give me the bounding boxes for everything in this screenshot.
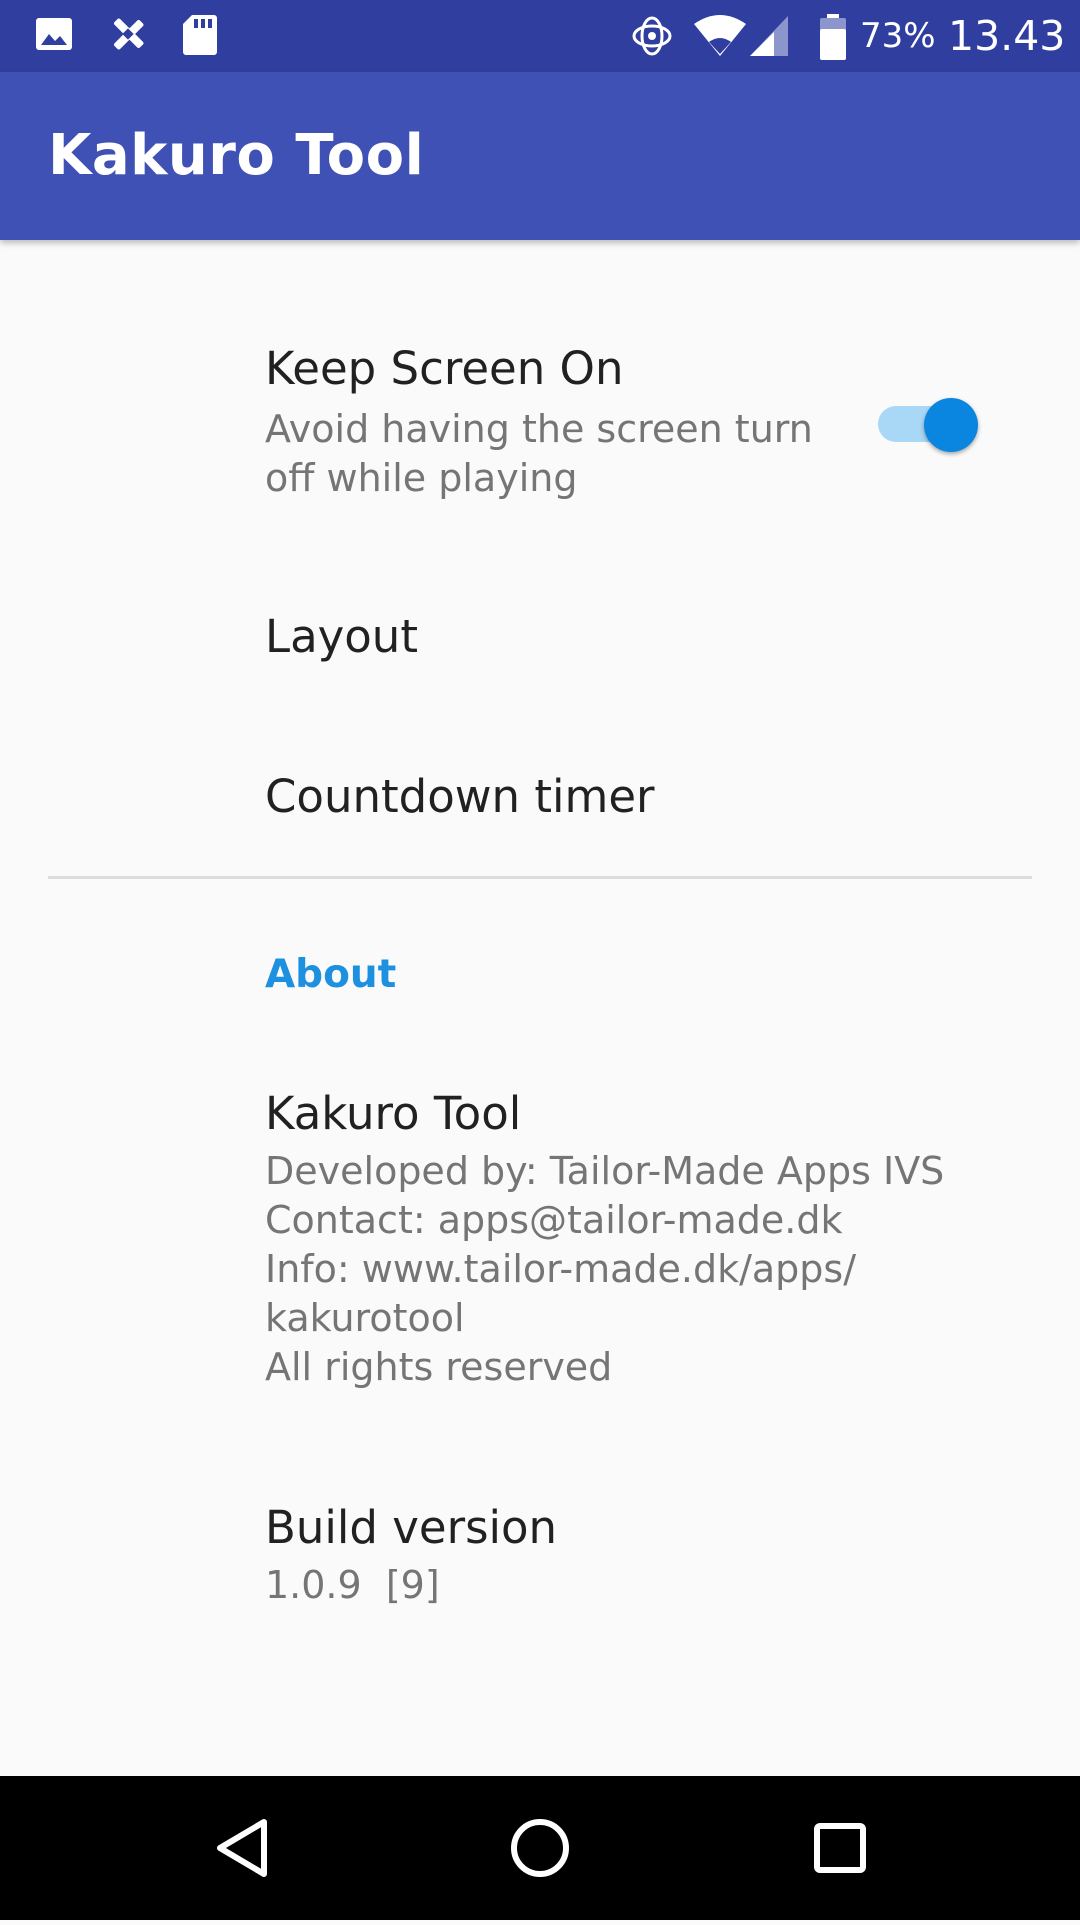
pref-summary-build-version: 1.0.9 [9] xyxy=(265,1563,440,1607)
pref-countdown-timer[interactable]: Countdown timer xyxy=(0,720,1080,876)
pref-title-keep-screen-on: Keep Screen On xyxy=(265,342,624,395)
summary-line: Developed by: Tailor-Made Apps IVS xyxy=(265,1149,945,1193)
home-icon xyxy=(460,1819,620,1924)
pref-summary-keep-screen-on: Avoid having the screen turn off while p… xyxy=(265,405,813,503)
pref-title-layout: Layout xyxy=(265,610,418,663)
summary-line: All rights reserved xyxy=(265,1345,613,1389)
recents-button[interactable] xyxy=(760,1776,920,1920)
sync-icon xyxy=(628,12,676,65)
back-button[interactable] xyxy=(160,1776,320,1920)
pref-title-build-version: Build version xyxy=(265,1501,558,1554)
signal-icon xyxy=(748,12,790,65)
status-bar: 73% 13.43 xyxy=(0,0,1080,72)
app-title: Kakuro Tool xyxy=(48,123,425,188)
nav-bar xyxy=(0,1776,1080,1920)
battery-percent: 73% xyxy=(860,16,936,56)
wifi-icon xyxy=(692,12,748,65)
keep-screen-on-switch[interactable] xyxy=(874,398,978,452)
status-time: 13.43 xyxy=(948,12,1066,60)
switch-thumb xyxy=(924,398,978,452)
summary-line: Avoid having the screen turn xyxy=(265,407,813,451)
pref-summary-app-info: Developed by: Tailor-Made Apps IVS Conta… xyxy=(265,1147,944,1392)
summary-line: Info: www.tailor-made.dk/apps/ xyxy=(265,1247,857,1291)
back-icon xyxy=(160,1819,320,1924)
image-icon xyxy=(34,12,74,61)
pref-layout[interactable]: Layout xyxy=(0,560,1080,716)
divider xyxy=(48,876,1032,879)
pref-app-info[interactable]: Kakuro Tool Developed by: Tailor-Made Ap… xyxy=(0,1060,1080,1420)
pref-build-version[interactable]: Build version 1.0.9 [9] xyxy=(0,1470,1080,1630)
pref-title-app-info: Kakuro Tool xyxy=(265,1087,522,1140)
home-button[interactable] xyxy=(460,1776,620,1920)
app-bar: Kakuro Tool xyxy=(0,72,1080,240)
summary-line: off while playing xyxy=(265,456,578,500)
tools-icon xyxy=(106,12,150,61)
recents-icon xyxy=(760,1823,920,1924)
summary-line: kakurotool xyxy=(265,1296,465,1340)
pref-title-countdown-timer: Countdown timer xyxy=(265,770,655,823)
sd-card-icon xyxy=(180,12,220,63)
category-about: About xyxy=(265,952,397,997)
battery-icon xyxy=(818,12,848,67)
summary-line: Contact: apps@tailor-made.dk xyxy=(265,1198,843,1242)
